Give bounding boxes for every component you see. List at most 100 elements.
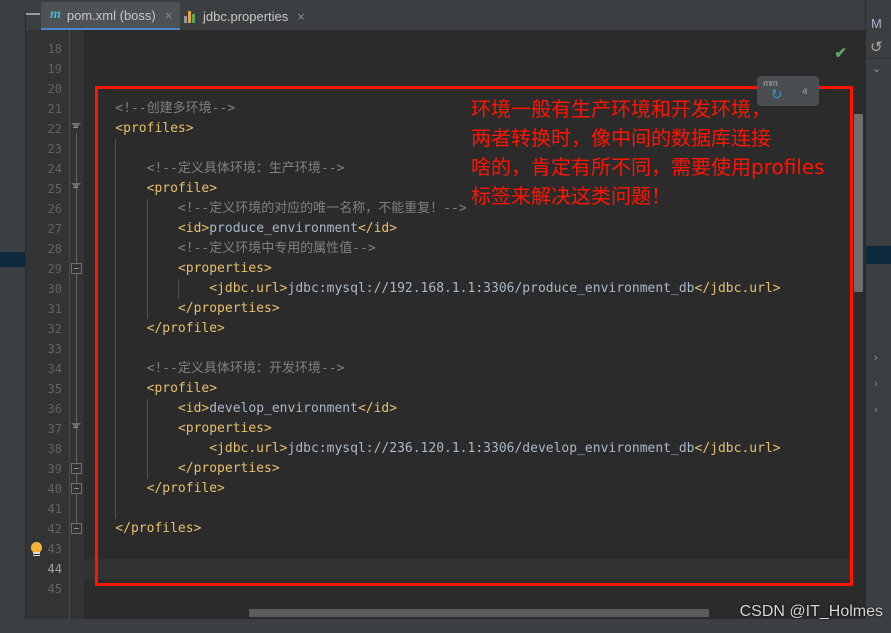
code-token-tag: </jdbc.url> xyxy=(694,281,781,296)
code-token-tag: </id> xyxy=(357,401,398,416)
line-number: 43 xyxy=(47,542,62,556)
code-line: <!--定义具体环境：开发环境--> xyxy=(84,359,345,379)
code-token-tag: <properties> xyxy=(84,421,272,436)
line-number: 36 xyxy=(47,402,62,416)
code-line: </profiles> xyxy=(84,519,201,539)
code-token-tag: </profile> xyxy=(84,481,225,496)
tree-expand-arrow-icon[interactable]: › xyxy=(874,378,878,390)
tree-expand-arrow-icon[interactable]: › xyxy=(874,404,878,416)
code-token-text: produce_environment xyxy=(209,221,358,236)
code-token-text: jdbc:mysql://236.120.1.1:3306/develop_en… xyxy=(287,441,695,456)
maven-panel-title: M xyxy=(871,16,882,31)
current-line-highlight xyxy=(84,559,851,579)
code-line: <properties> xyxy=(84,259,272,279)
line-number: 35 xyxy=(47,382,62,396)
code-token-comment: <!--创建多环境--> xyxy=(84,101,236,116)
line-number: 19 xyxy=(47,62,62,76)
scrollbar-thumb[interactable] xyxy=(249,609,709,617)
code-token-tag: </profile> xyxy=(84,321,225,336)
line-number: 38 xyxy=(47,442,62,456)
line-number: 33 xyxy=(47,342,62,356)
code-line: <!--定义环境的对应的唯一名称，不能重复！--> xyxy=(84,199,467,219)
line-number: 23 xyxy=(47,142,62,156)
project-tree-node-selected[interactable] xyxy=(0,252,25,267)
tab-label: jdbc.properties xyxy=(203,8,289,24)
reimport-refresh-icon[interactable]: ↻ xyxy=(771,86,783,103)
code-token-tag: </profiles> xyxy=(84,521,202,536)
minimize-icon[interactable] xyxy=(26,13,40,15)
code-line: <id>produce_environment</id> xyxy=(84,219,397,239)
line-number: 22 xyxy=(47,122,62,136)
code-token-text: jdbc:mysql://192.168.1.1:3306/produce_en… xyxy=(287,281,695,296)
code-line: <id>develop_environment</id> xyxy=(84,399,397,419)
annotation-text: 环境一般有生产环境和开发环境， 两者转换时，像中间的数据库连接 啥的，肯定有所不… xyxy=(471,97,825,208)
divider xyxy=(866,58,891,59)
scrollbar-thumb[interactable] xyxy=(854,114,863,292)
code-token-tag: <id> xyxy=(84,401,210,416)
maven-tree-row-selected[interactable] xyxy=(866,246,891,264)
code-token-tag: <jdbc.url> xyxy=(84,441,288,456)
line-number: 21 xyxy=(47,102,62,116)
close-icon[interactable]: × xyxy=(165,8,173,23)
code-line: </profile> xyxy=(84,319,225,339)
code-folding-strip[interactable] xyxy=(70,30,84,619)
code-line: </profile> xyxy=(84,479,225,499)
code-line: </properties> xyxy=(84,299,280,319)
collapse-chevron-icon[interactable]: ⱏ xyxy=(802,87,807,100)
maven-m-icon: m xyxy=(50,7,61,22)
code-token-text: develop_environment xyxy=(209,401,358,416)
code-token-comment: <!--定义具体环境：开发环境--> xyxy=(84,361,345,376)
close-icon[interactable]: × xyxy=(297,9,305,24)
line-number: 29 xyxy=(47,262,62,276)
code-line: </properties> xyxy=(84,459,280,479)
tree-expand-arrow-icon[interactable]: › xyxy=(874,352,878,364)
code-line: <!--创建多环境--> xyxy=(84,99,235,119)
line-number: 24 xyxy=(47,162,62,176)
line-number: 28 xyxy=(47,242,62,256)
line-number: 39 xyxy=(47,462,62,476)
code-line: <!--定义环境中专用的属性值--> xyxy=(84,239,376,259)
collapse-all-icon[interactable]: ⌄ xyxy=(872,62,881,75)
reload-projects-icon[interactable]: ↺ xyxy=(870,38,883,56)
line-number: 26 xyxy=(47,202,62,216)
line-number: 37 xyxy=(47,422,62,436)
line-number: 34 xyxy=(47,362,62,376)
lightbulb-icon[interactable] xyxy=(30,542,43,557)
code-line: <jdbc.url>jdbc:mysql://192.168.1.1:3306/… xyxy=(84,279,781,299)
code-token-tag: <jdbc.url> xyxy=(84,281,288,296)
fold-marker[interactable] xyxy=(71,263,82,274)
tab-pom-xml[interactable]: m pom.xml (boss) × xyxy=(41,2,181,30)
line-number: 20 xyxy=(47,82,62,96)
editor-vertical-scrollbar[interactable] xyxy=(851,30,865,619)
line-number: 45 xyxy=(47,582,62,596)
code-token-tag: <id> xyxy=(84,221,210,236)
code-line: <!--定义具体环境：生产环境--> xyxy=(84,159,345,179)
line-number: 44 xyxy=(47,562,62,576)
fold-marker[interactable] xyxy=(71,123,82,134)
line-number: 27 xyxy=(47,222,62,236)
line-number: 32 xyxy=(47,322,62,336)
maven-floating-toolbar[interactable]: mm ↻ ⱏ xyxy=(757,76,819,106)
fold-marker[interactable] xyxy=(71,523,82,534)
line-number-gutter: 18 19 20 21 22 23 24 25 26 27 28 29 30 31 32 33 34 35 36 37… xyxy=(26,30,70,619)
fold-marker[interactable] xyxy=(71,463,82,474)
fold-marker[interactable] xyxy=(71,483,82,494)
code-token-comment: <!--定义环境中专用的属性值--> xyxy=(84,241,376,256)
code-token-tag: </properties> xyxy=(84,301,280,316)
editor-horizontal-scrollbar[interactable] xyxy=(84,607,851,619)
fold-marker[interactable] xyxy=(71,423,82,434)
code-token-tag: </id> xyxy=(357,221,398,236)
tab-jdbc-properties[interactable]: jdbc.properties × xyxy=(175,2,313,30)
fold-marker[interactable] xyxy=(71,183,82,194)
inspection-ok-icon[interactable]: ✔ xyxy=(834,44,847,62)
code-token-tag: <profile> xyxy=(84,181,218,196)
maven-tool-window[interactable]: M ↺ ⌄ › › › xyxy=(865,0,891,633)
project-tree-panel[interactable]: _too , D:\ ment esou xyxy=(0,14,26,633)
line-number: 31 xyxy=(47,302,62,316)
code-line: <jdbc.url>jdbc:mysql://236.120.1.1:3306/… xyxy=(84,439,780,459)
code-token-tag: <properties> xyxy=(84,261,272,276)
line-number: 40 xyxy=(47,482,62,496)
properties-file-icon xyxy=(184,10,197,23)
code-token-tag: <profiles> xyxy=(84,121,194,136)
code-line: <profile> xyxy=(84,179,217,199)
